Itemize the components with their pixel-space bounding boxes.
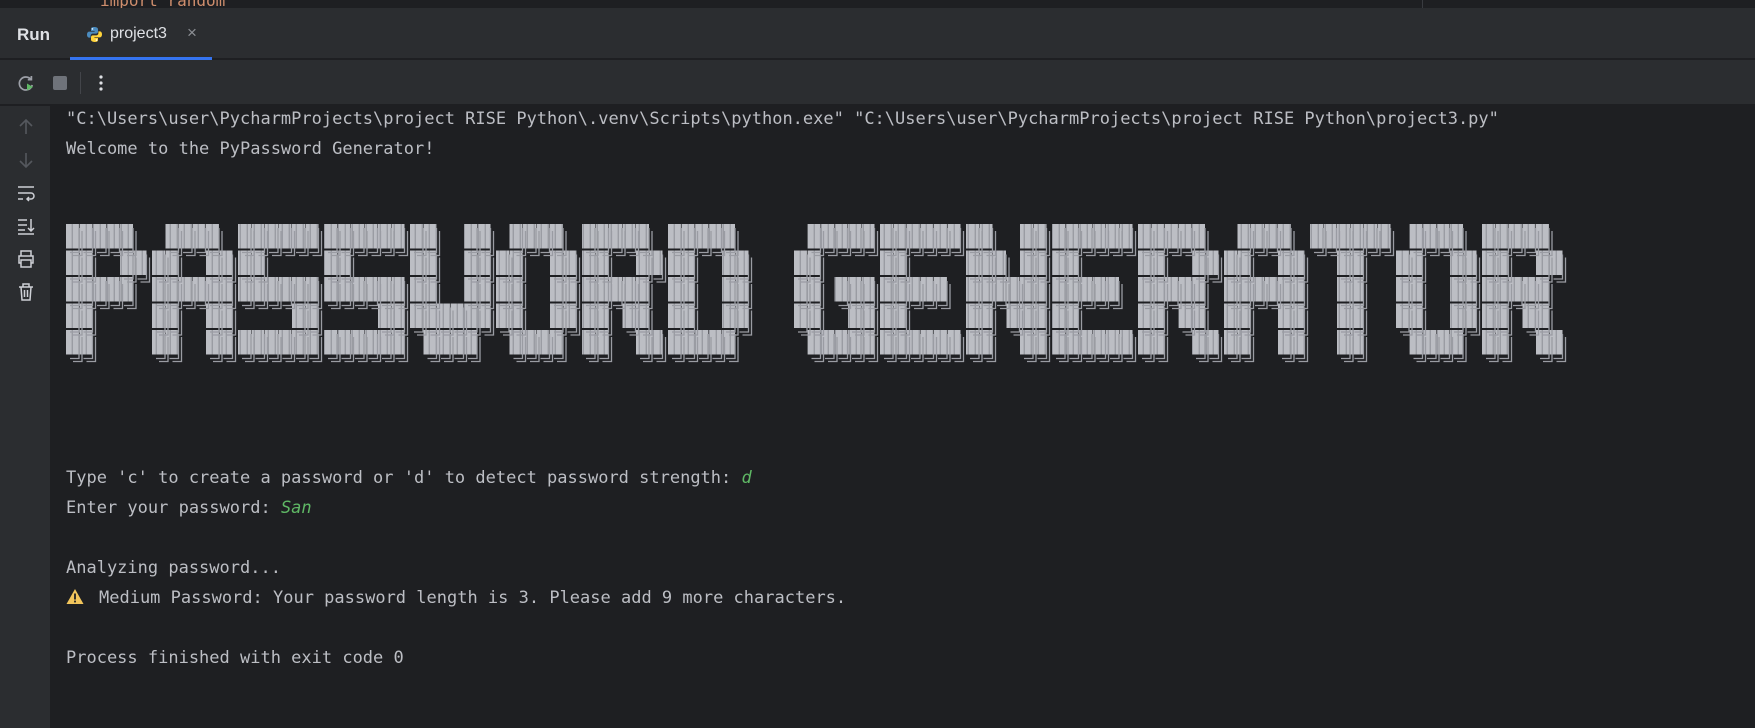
- more-options-icon[interactable]: [90, 72, 112, 94]
- run-tool-window-header: Run project3 ×: [0, 9, 1755, 60]
- clear-all-icon[interactable]: [15, 281, 37, 303]
- editor-divider: [1422, 0, 1423, 8]
- ascii-banner: [66, 224, 1567, 363]
- run-toolbar: [0, 60, 1755, 105]
- soft-wrap-icon[interactable]: [15, 182, 37, 204]
- scroll-up-icon[interactable]: [15, 116, 37, 138]
- console-side-toolbar: [0, 106, 51, 728]
- command-line: "C:\Users\user\PycharmProjects\project R…: [66, 109, 1499, 129]
- prompt-password: Enter your password: San: [66, 497, 312, 519]
- warning-line: Medium Password: Your password length is…: [66, 587, 846, 609]
- print-icon[interactable]: [15, 248, 37, 270]
- prompt-password-text: Enter your password:: [66, 498, 281, 518]
- prompt-mode: Type 'c' to create a password or 'd' to …: [66, 467, 752, 489]
- analyzing-message: Analyzing password...: [66, 558, 281, 578]
- scroll-down-icon[interactable]: [15, 149, 37, 171]
- user-input-password: San: [280, 498, 312, 518]
- warning-icon: [66, 589, 84, 604]
- scroll-to-end-icon[interactable]: [15, 215, 37, 237]
- editor-fragment: import random: [0, 0, 1755, 9]
- tab-label: project3: [110, 25, 167, 42]
- process-finished-message: Process finished with exit code 0: [66, 648, 404, 668]
- rerun-icon[interactable]: [15, 72, 37, 94]
- user-input-mode: d: [741, 468, 752, 488]
- stop-icon[interactable]: [49, 72, 71, 94]
- editor-code-fragment: import random: [100, 0, 225, 8]
- toolbar-separator: [80, 72, 81, 94]
- python-icon: [87, 27, 102, 42]
- console-output[interactable]: "C:\Users\user\PycharmProjects\project R…: [66, 106, 1746, 726]
- tab-project3[interactable]: project3 ×: [70, 9, 212, 60]
- welcome-message: Welcome to the PyPassword Generator!: [66, 139, 435, 159]
- prompt-mode-text: Type 'c' to create a password or 'd' to …: [66, 468, 742, 488]
- warning-text: Medium Password: Your password length is…: [99, 588, 847, 608]
- run-panel-title: Run: [17, 25, 51, 44]
- close-icon[interactable]: ×: [187, 23, 197, 43]
